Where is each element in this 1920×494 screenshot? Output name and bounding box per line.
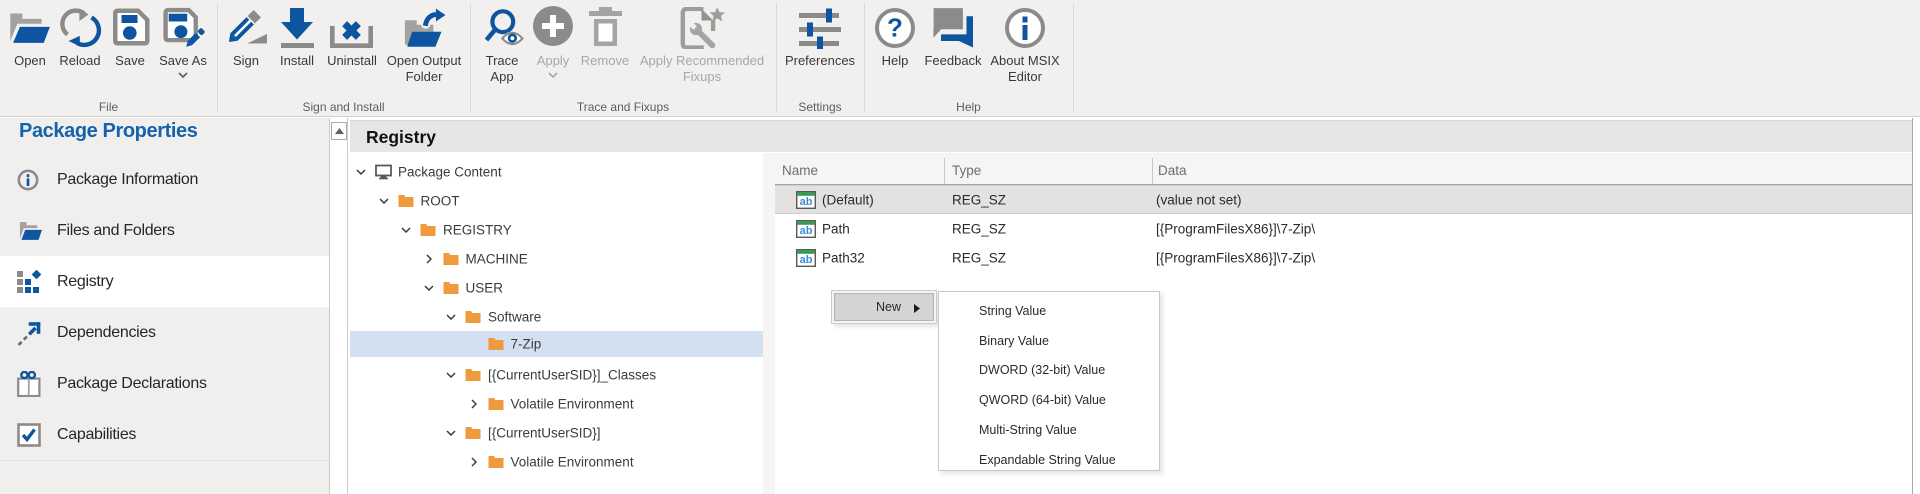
svg-text:ab: ab bbox=[800, 254, 813, 266]
svg-text:ab: ab bbox=[800, 225, 813, 237]
svg-text:?: ? bbox=[887, 13, 903, 43]
svg-text:ab: ab bbox=[800, 196, 813, 208]
